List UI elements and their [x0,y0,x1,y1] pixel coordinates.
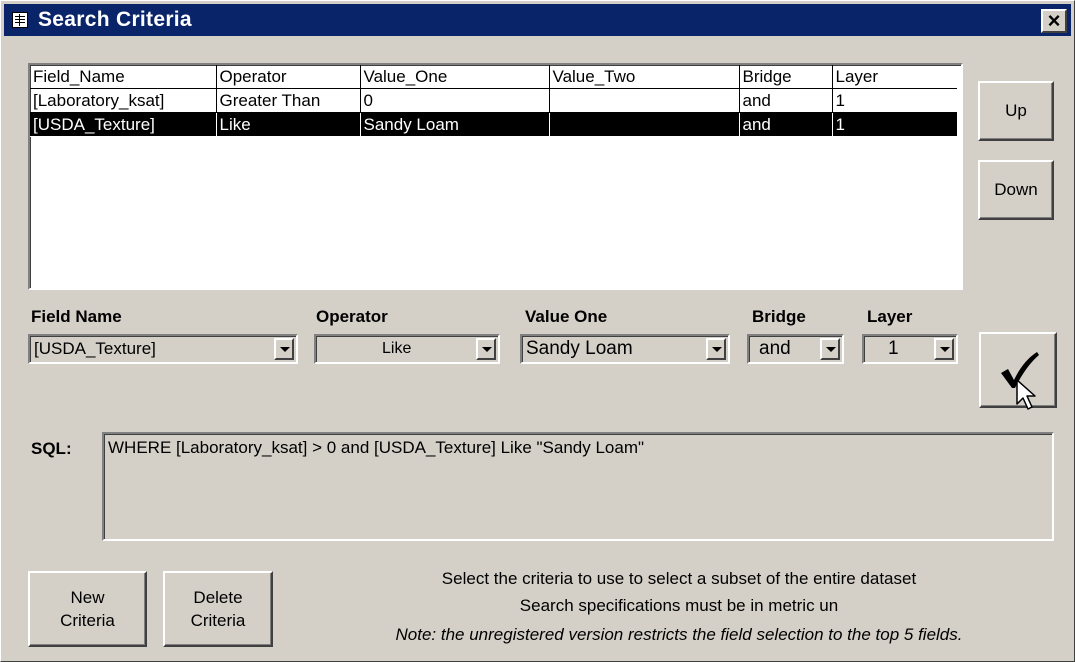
chevron-down-icon[interactable] [706,338,726,360]
sql-text: WHERE [Laboratory_ksat] > 0 and [USDA_Te… [108,438,645,457]
close-icon: × [1047,8,1061,33]
column-header-field-name[interactable]: Field_Name [30,65,217,89]
bridge-value: and [759,338,791,359]
form-icon [12,12,28,28]
cell-value-one[interactable]: Sandy Loam [360,112,550,137]
note-text: Note: the unregistered version restricts… [395,625,963,644]
cell-operator[interactable]: Greater Than [216,88,361,113]
chevron-down-icon[interactable] [820,338,840,360]
cell-layer[interactable]: 1 [832,112,957,137]
field-name-value: [USDA_Texture] [34,339,156,358]
cell-value-two[interactable] [549,112,740,137]
new-criteria-line2: Criteria [60,611,115,630]
cell-operator[interactable]: Like [216,112,361,137]
info-text-line2: Search specifications must be in metric … [519,596,839,615]
layer-dropdown[interactable]: 1 [862,334,958,364]
move-up-button[interactable]: Up [978,81,1054,141]
operator-value: Like [382,340,412,357]
layer-value: 1 [888,338,899,359]
chevron-down-icon[interactable] [934,338,954,360]
move-down-button[interactable]: Down [978,160,1054,220]
mouse-pointer-icon [1016,379,1036,410]
new-criteria-button[interactable]: New Criteria [28,571,147,647]
bridge-label: Bridge [752,307,806,326]
table-row[interactable]: [Laboratory_ksat] Greater Than 0 and 1 [30,88,957,113]
layer-label: Layer [867,307,913,326]
field-name-label: Field Name [31,307,122,326]
cell-field-name[interactable]: [Laboratory_ksat] [30,88,217,113]
cell-layer[interactable]: 1 [832,88,957,113]
cell-field-name[interactable]: [USDA_Texture] [30,112,217,137]
info-text-line1: Select the criteria to use to select a s… [441,569,917,588]
cell-bridge[interactable]: and [739,88,833,113]
field-name-dropdown[interactable]: [USDA_Texture] [28,334,298,364]
cell-value-two[interactable] [549,88,740,113]
column-header-value-two[interactable]: Value_Two [549,65,740,89]
sql-label: SQL: [31,439,72,458]
close-button[interactable]: × [1041,9,1067,33]
delete-criteria-button[interactable]: Delete Criteria [163,571,273,647]
sql-textbox[interactable]: WHERE [Laboratory_ksat] > 0 and [USDA_Te… [102,432,1054,541]
column-header-value-one[interactable]: Value_One [360,65,550,89]
chevron-down-icon[interactable] [476,338,496,360]
value-one-label: Value One [525,307,608,326]
column-header-layer[interactable]: Layer [832,65,957,89]
new-criteria-line1: New [70,588,105,607]
chevron-down-icon[interactable] [274,338,294,360]
column-header-operator[interactable]: Operator [216,65,361,89]
table-header-row: Field_Name Operator Value_One Value_Two … [30,65,957,89]
column-header-bridge[interactable]: Bridge [739,65,833,89]
value-one-value: Sandy Loam [526,338,633,359]
delete-criteria-line2: Criteria [190,611,246,630]
bridge-dropdown[interactable]: and [747,334,844,364]
operator-dropdown[interactable]: Like [314,334,500,364]
cell-bridge[interactable]: and [739,112,833,137]
criteria-grid[interactable]: Field_Name Operator Value_One Value_Two … [28,63,963,290]
cell-value-one[interactable]: 0 [360,88,550,113]
delete-criteria-line1: Delete [193,588,243,607]
search-criteria-window: Search Criteria × Field_Name Operator Va… [0,0,1075,662]
window-title: Search Criteria [38,8,192,31]
value-one-dropdown[interactable]: Sandy Loam [520,334,730,364]
operator-label: Operator [316,307,388,326]
criteria-table: Field_Name Operator Value_One Value_Two … [30,65,957,137]
table-row-selected[interactable]: [USDA_Texture] Like Sandy Loam and 1 [30,112,957,137]
title-bar: Search Criteria × [4,4,1071,36]
